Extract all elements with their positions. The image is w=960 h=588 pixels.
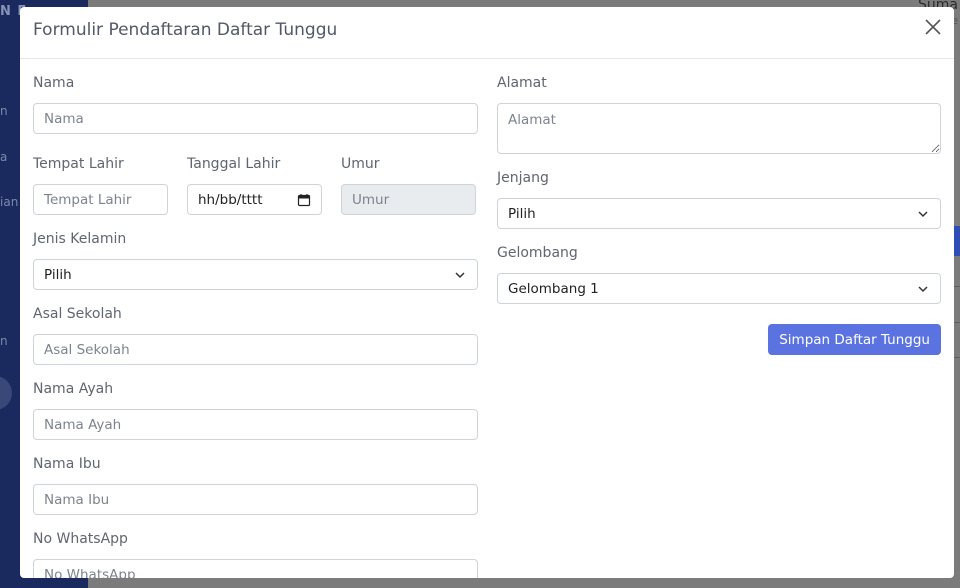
field-alamat: Alamat [497,73,941,154]
field-tanggal-lahir: Tanggal Lahir hh/bb/tttt [187,148,322,215]
birth-row: Tempat Lahir Tanggal Lahir hh/bb/tttt Um… [33,148,478,215]
umur-input [341,184,476,215]
field-jenis-kelamin: Jenis Kelamin Pilih [33,229,478,290]
close-icon [925,19,941,35]
background-nav-item: n [0,334,8,348]
jenjang-value: Pilih [508,205,536,222]
form-left-column: Nama Tempat Lahir Tanggal Lahir hh/bb/tt… [33,67,478,578]
field-tempat-lahir: Tempat Lahir [33,148,168,215]
calendar-icon[interactable] [297,193,311,207]
background-nav-pill [0,376,12,410]
field-no-whatsapp: No WhatsApp [33,529,478,578]
nama-ibu-label: Nama Ibu [33,456,101,472]
jenjang-select[interactable]: Pilih [497,198,941,229]
nama-ibu-input[interactable] [33,484,478,515]
field-gelombang: Gelombang Gelombang 1 [497,243,941,304]
field-umur: Umur [341,148,476,215]
background-nav-item: a [0,150,8,164]
field-jenjang: Jenjang Pilih [497,168,941,229]
chevron-down-icon [918,285,928,292]
nama-input[interactable] [33,103,478,134]
submit-row: Simpan Daftar Tunggu [497,324,941,355]
alamat-label: Alamat [497,75,547,91]
jenis-kelamin-value: Pilih [44,266,72,283]
field-nama-ibu: Nama Ibu [33,454,478,515]
umur-label: Umur [341,156,380,172]
form-right-column: Alamat Jenjang Pilih Gelombang Gelombang… [497,67,941,355]
field-nama-ayah: Nama Ayah [33,379,478,440]
jenis-kelamin-label: Jenis Kelamin [33,231,127,247]
jenis-kelamin-select[interactable]: Pilih [33,259,478,290]
nama-ayah-input[interactable] [33,409,478,440]
tanggal-lahir-label: Tanggal Lahir [187,156,281,172]
modal-title: Formulir Pendaftaran Daftar Tunggu [33,20,338,40]
chevron-down-icon [455,271,465,278]
asal-sekolah-input[interactable] [33,334,478,365]
modal-header: Formulir Pendaftaran Daftar Tunggu [20,7,954,59]
gelombang-value: Gelombang 1 [508,280,599,297]
gelombang-label: Gelombang [497,245,578,261]
background-highlight [954,226,960,256]
asal-sekolah-label: Asal Sekolah [33,306,122,322]
tanggal-lahir-input[interactable]: hh/bb/tttt [187,184,322,215]
tempat-lahir-input[interactable] [33,184,168,215]
background-nav-item: n [0,104,8,118]
field-nama: Nama [33,73,478,134]
save-waitlist-button[interactable]: Simpan Daftar Tunggu [768,324,941,355]
field-asal-sekolah: Asal Sekolah [33,304,478,365]
close-button[interactable] [919,13,947,41]
no-whatsapp-label: No WhatsApp [33,531,128,547]
waitlist-modal: Formulir Pendaftaran Daftar Tunggu Nama … [20,7,954,578]
tempat-lahir-label: Tempat Lahir [33,156,124,172]
nama-ayah-label: Nama Ayah [33,381,114,397]
alamat-textarea[interactable] [497,103,941,154]
nama-label: Nama [33,75,75,91]
jenjang-label: Jenjang [497,170,549,186]
gelombang-select[interactable]: Gelombang 1 [497,273,941,304]
no-whatsapp-input[interactable] [33,559,478,578]
background-nav-item: ian [0,195,19,209]
tanggal-lahir-value: hh/bb/tttt [198,191,263,208]
chevron-down-icon [918,210,928,217]
